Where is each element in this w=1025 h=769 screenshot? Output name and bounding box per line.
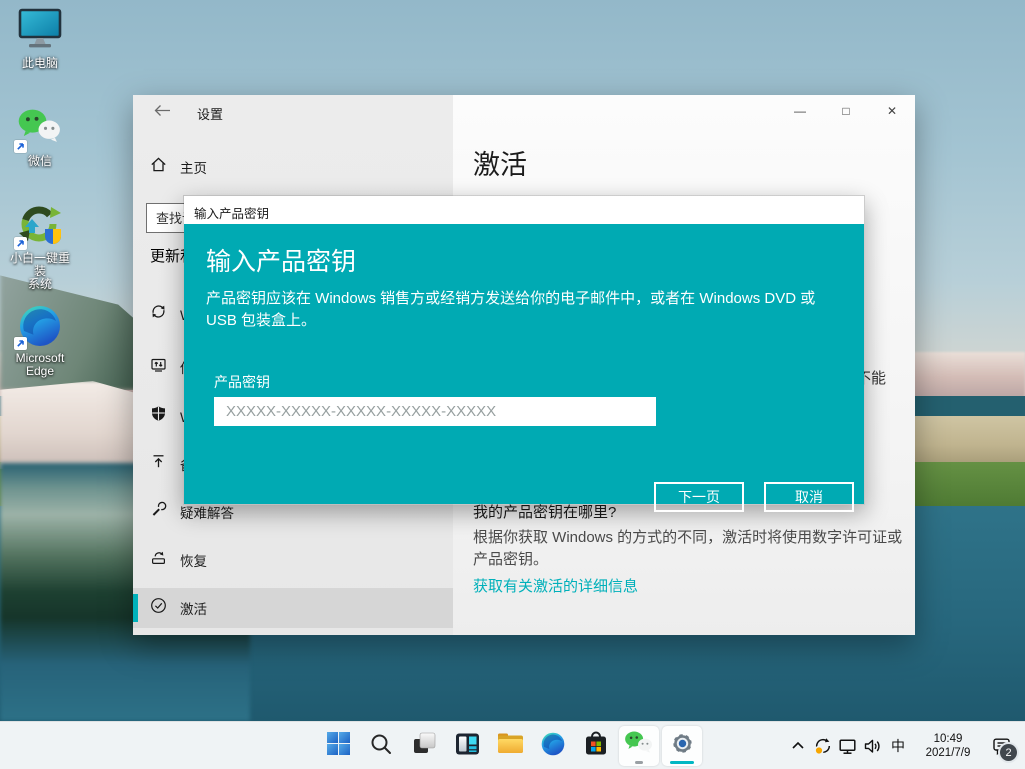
edge-icon xyxy=(16,303,64,349)
running-indicator xyxy=(635,761,643,764)
sidebar-item-label: 疑难解答 xyxy=(180,502,234,522)
xiaobai-icon xyxy=(16,203,64,249)
clock[interactable]: 10:49 2021/7/9 xyxy=(913,732,983,760)
taskbar-app-panels-button[interactable] xyxy=(447,726,487,766)
window-title: 设置 xyxy=(197,104,223,123)
system-tray: 中 10:49 2021/7/9 2 xyxy=(785,722,1019,769)
app-panels-icon xyxy=(455,732,480,761)
sidebar-item-label: 激活 xyxy=(180,598,207,618)
dialog-title: 输入产品密钥 xyxy=(194,203,269,222)
shortcut-arrow-icon xyxy=(14,337,27,350)
taskbar-search-button[interactable] xyxy=(361,726,401,766)
activation-info-link[interactable]: 获取有关激活的详细信息 xyxy=(473,575,638,596)
notification-center-button[interactable]: 2 xyxy=(985,722,1019,769)
page-title: 激活 xyxy=(473,143,527,182)
this-pc-icon xyxy=(16,8,64,54)
shortcut-arrow-icon xyxy=(14,140,27,153)
taskbar-wechat-button[interactable] xyxy=(619,726,659,766)
activation-check-icon xyxy=(150,597,167,619)
enter-product-key-dialog: 输入产品密钥 输入产品密钥 产品密钥应该在 Windows 销售方或经销方发送给… xyxy=(183,195,865,505)
faq-body: 根据你获取 Windows 的方式的不同，激活时将使用数字许可证或产品密钥。 xyxy=(473,527,909,571)
wechat-icon xyxy=(624,730,654,762)
microsoft-store-icon xyxy=(584,731,608,762)
task-view-icon xyxy=(412,731,437,761)
taskbar: 中 10:49 2021/7/9 2 xyxy=(0,721,1025,769)
dialog-body: 输入产品密钥 产品密钥应该在 Windows 销售方或经销方发送给你的电子邮件中… xyxy=(184,224,864,504)
desktop-icon-label: 小白一键重装 系统 xyxy=(6,252,74,291)
taskbar-task-view-button[interactable] xyxy=(404,726,444,766)
desktop-icon-wechat[interactable]: 微信 xyxy=(6,106,74,168)
cancel-button[interactable]: 取消 xyxy=(764,482,854,512)
tray-chevron-up-icon[interactable] xyxy=(785,722,810,769)
wrench-icon xyxy=(150,501,167,523)
active-indicator xyxy=(670,761,694,764)
sidebar-item-label: 恢复 xyxy=(180,550,207,570)
desktop-icon-xiaobai[interactable]: 小白一键重装 系统 xyxy=(6,203,74,291)
taskbar-file-explorer-button[interactable] xyxy=(490,726,530,766)
taskbar-center-icons xyxy=(318,726,702,766)
dialog-description: 产品密钥应该在 Windows 销售方或经销方发送给你的电子邮件中，或者在 Wi… xyxy=(206,288,838,332)
edge-icon xyxy=(540,731,566,762)
maximize-button[interactable]: □ xyxy=(823,95,869,127)
delivery-optimization-icon xyxy=(150,356,167,378)
sidebar-item-activation[interactable]: 激活 xyxy=(133,588,453,628)
speaker-icon[interactable] xyxy=(860,722,885,769)
wechat-icon xyxy=(16,106,64,152)
home-icon xyxy=(150,156,167,178)
sync-icon xyxy=(150,303,167,325)
ime-indicator[interactable]: 中 xyxy=(885,736,911,756)
product-key-input[interactable] xyxy=(214,397,656,426)
desktop-screen: 此电脑 微信 xyxy=(0,0,1025,769)
shield-icon xyxy=(150,405,167,427)
back-icon[interactable] xyxy=(147,101,177,125)
next-button[interactable]: 下一页 xyxy=(654,482,744,512)
file-explorer-icon xyxy=(497,732,524,760)
desktop-icon-label: Microsoft Edge xyxy=(6,352,74,378)
recovery-icon xyxy=(150,549,167,571)
search-icon xyxy=(369,732,393,761)
network-icon[interactable] xyxy=(835,722,860,769)
taskbar-edge-button[interactable] xyxy=(533,726,573,766)
desktop-icon-label: 此电脑 xyxy=(6,57,74,70)
sidebar-item-label: 主页 xyxy=(180,157,207,177)
taskbar-store-button[interactable] xyxy=(576,726,616,766)
notification-count-badge: 2 xyxy=(998,742,1019,763)
minimize-button[interactable]: — xyxy=(777,95,823,127)
desktop-icon-label: 微信 xyxy=(6,155,74,168)
dialog-titlebar: 输入产品密钥 xyxy=(184,196,864,224)
taskbar-settings-button[interactable] xyxy=(662,726,702,766)
taskbar-start-button[interactable] xyxy=(318,726,358,766)
shortcut-arrow-icon xyxy=(14,237,27,250)
windows-start-icon xyxy=(326,731,351,761)
desktop-icon-this-pc[interactable]: 此电脑 xyxy=(6,8,74,70)
tray-date: 2021/7/9 xyxy=(913,746,983,760)
product-key-label: 产品密钥 xyxy=(214,372,270,392)
selected-accent-bar xyxy=(133,594,138,622)
backup-icon xyxy=(150,453,167,475)
sidebar-item-recovery[interactable]: 恢复 xyxy=(133,540,453,580)
tray-time: 10:49 xyxy=(913,732,983,746)
desktop-icon-edge[interactable]: Microsoft Edge xyxy=(6,303,74,378)
windows-update-status-icon[interactable] xyxy=(810,722,835,769)
sidebar-item-home[interactable]: 主页 xyxy=(133,150,453,184)
close-button[interactable]: ✕ xyxy=(869,95,915,127)
window-caption-buttons: — □ ✕ xyxy=(777,95,915,127)
gear-icon xyxy=(669,730,696,762)
dialog-heading: 输入产品密钥 xyxy=(206,242,356,278)
